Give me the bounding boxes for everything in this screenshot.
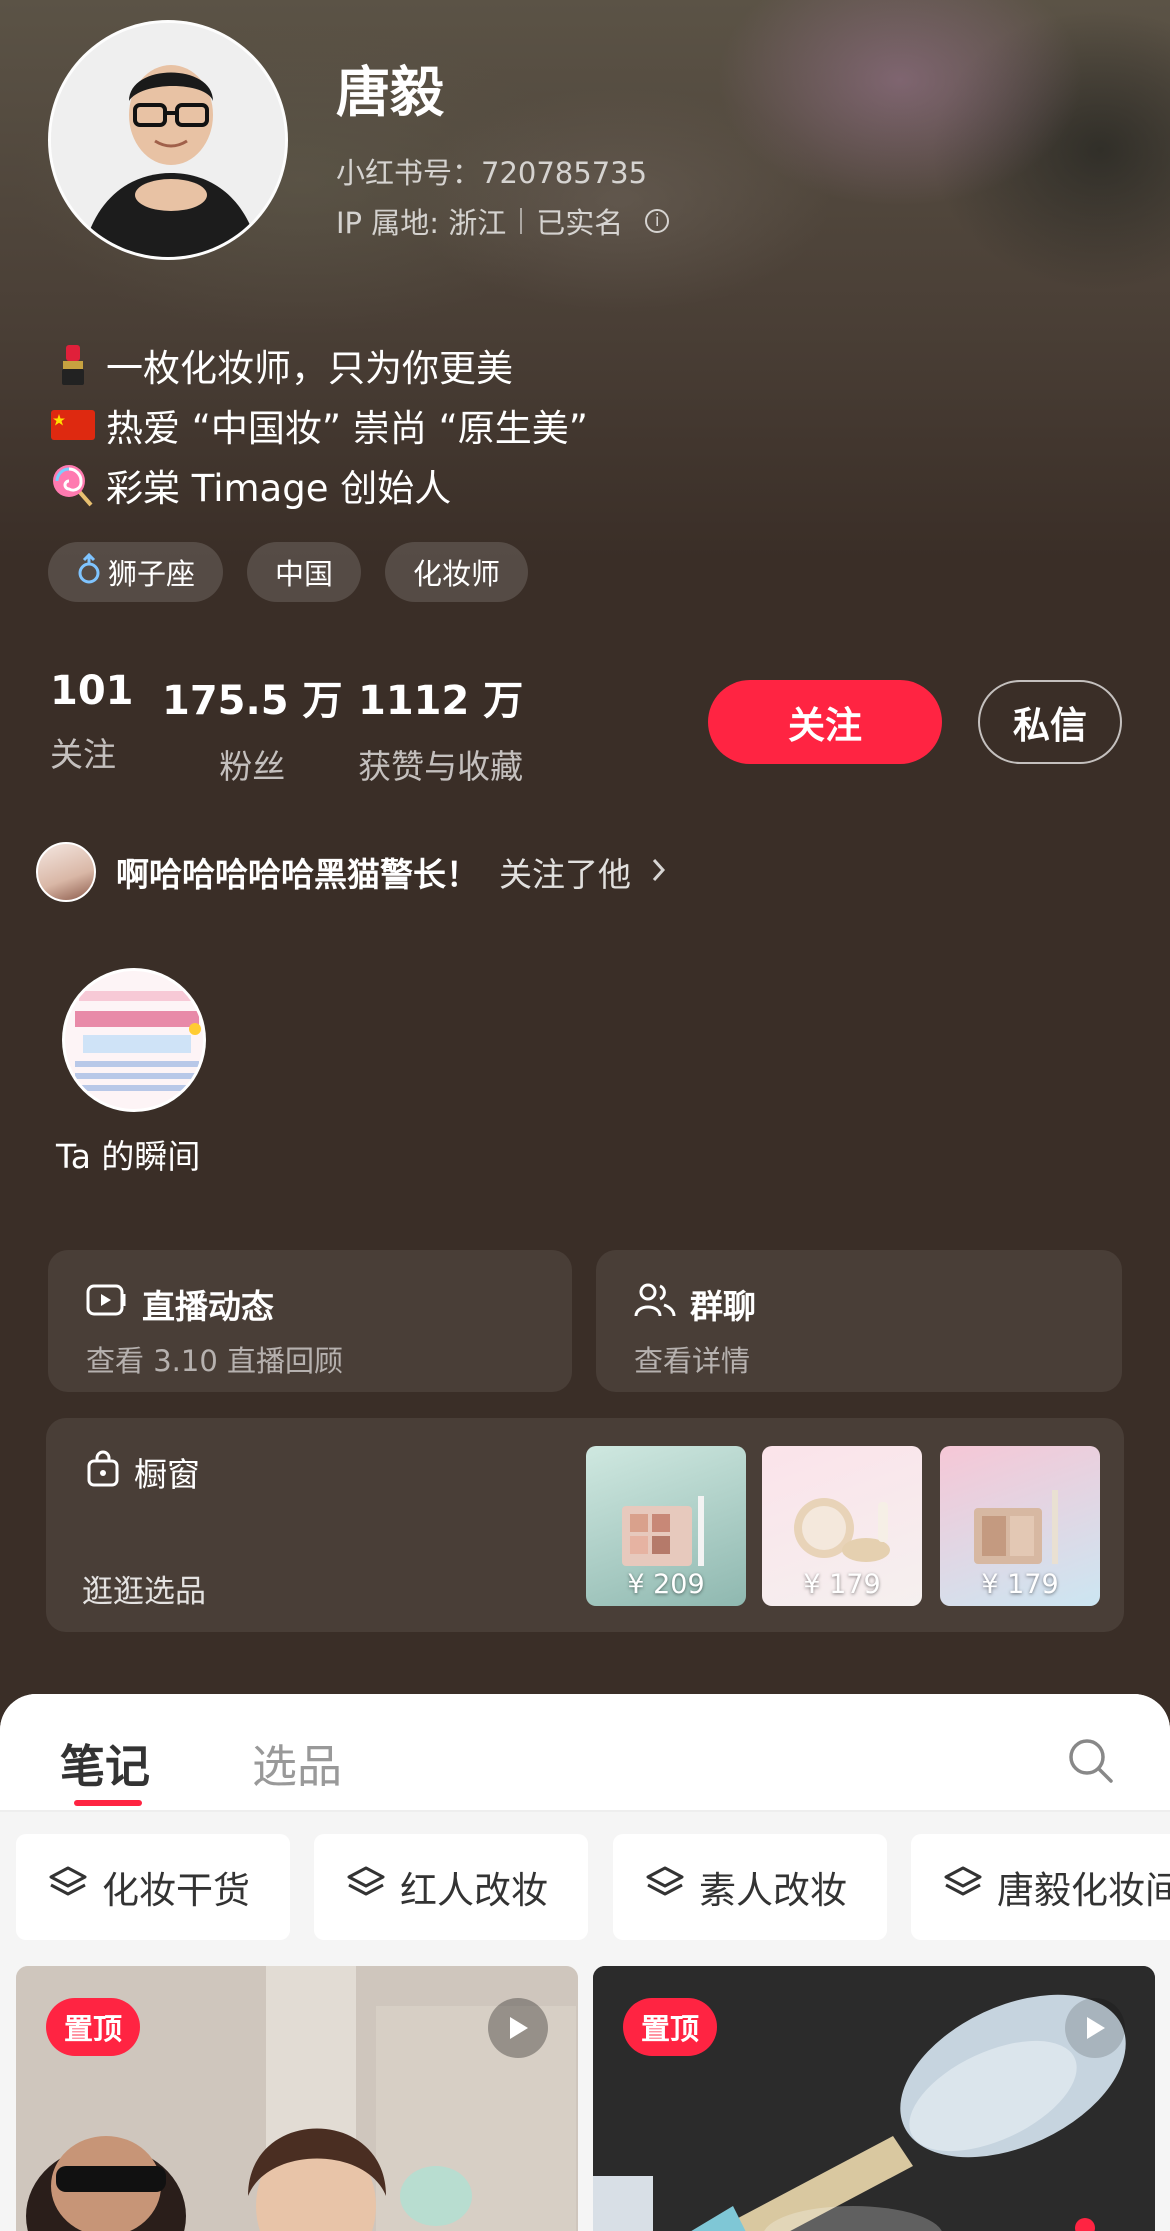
shop-window-card[interactable]: 橱窗 逛逛选品 ¥ 209 ¥ 179 ¥ 179	[46, 1418, 1124, 1632]
collection-label: 素人改妆	[699, 1869, 847, 1912]
layers-icon	[943, 1865, 983, 1910]
tag-label: 化妆师	[413, 557, 501, 591]
live-title-row: 直播动态	[86, 1280, 274, 1328]
moment-label: Ta 的瞬间	[56, 1137, 201, 1176]
ip-location: IP 属地: 浙江	[336, 206, 507, 240]
tab-picks[interactable]: 选品	[252, 1730, 342, 1795]
stat-label: 关注	[50, 735, 116, 774]
stat-label: 粉丝	[219, 747, 286, 786]
product-thumbnail[interactable]: ¥ 179	[762, 1446, 922, 1606]
stat-following[interactable]: 101 关注	[50, 668, 134, 776]
stat-value: 101	[50, 668, 134, 714]
followed-by-row[interactable]: 啊哈哈哈哈哈黑猫警长！ 关注了他	[36, 842, 667, 902]
bio-line-1: 一枚化妆师，只为你更美	[50, 338, 513, 392]
note-card[interactable]: 置顶	[593, 1966, 1155, 2231]
tag-occupation: 化妆师	[385, 542, 529, 602]
ip-verified-row: IP 属地: 浙江 已实名 i	[336, 200, 670, 242]
stat-value: 1112 万	[358, 678, 524, 724]
follower-action: 关注了他	[499, 855, 631, 894]
pinned-badge: 置顶	[623, 1998, 718, 2056]
tag-label: 狮子座	[108, 557, 196, 591]
stat-value: 175.5 万	[162, 678, 343, 724]
tag-label: 中国	[275, 557, 334, 591]
layers-icon	[48, 1865, 88, 1910]
group-users-icon	[634, 1282, 676, 1326]
collection-chip[interactable]: 素人改妆	[613, 1834, 887, 1940]
group-title: 群聊	[690, 1287, 756, 1326]
group-chat-card[interactable]: 群聊 查看详情	[596, 1250, 1122, 1392]
bio-line-2: 热爱 “中国妆” 崇尚 “原生美”	[50, 398, 588, 452]
active-tab-indicator	[74, 1800, 142, 1806]
live-card[interactable]: 直播动态 查看 3.10 直播回顾	[48, 1250, 572, 1392]
male-icon	[76, 552, 102, 592]
lipstick-icon	[50, 342, 96, 388]
tag-zodiac: 狮子座	[48, 542, 224, 602]
collection-chip[interactable]: 化妆干货	[16, 1834, 290, 1940]
profile-tags: 狮子座 中国 化妆师	[48, 542, 529, 602]
live-video-icon	[86, 1282, 128, 1326]
profile-name: 唐毅	[336, 61, 444, 124]
layers-icon	[346, 1865, 386, 1910]
play-icon	[488, 1998, 548, 2058]
info-icon[interactable]: i	[645, 209, 670, 233]
collection-label: 红人改妆	[400, 1869, 548, 1912]
avatar[interactable]	[48, 20, 288, 260]
product-thumbnail[interactable]: ¥ 179	[940, 1446, 1100, 1606]
product-thumbnail[interactable]: ¥ 209	[586, 1446, 746, 1606]
play-icon	[1065, 1998, 1125, 2058]
verified-label: 已实名	[536, 206, 624, 240]
group-title-row: 群聊	[634, 1280, 756, 1328]
bio-line-3: 彩棠 Timage 创始人	[50, 458, 451, 512]
chevron-right-icon	[651, 856, 667, 888]
content-sheet: 笔记 选品 化妆干货 红人改妆 素人改妆 唐毅化妆间 置顶 置顶	[0, 1694, 1170, 2231]
message-button[interactable]: 私信	[978, 680, 1122, 764]
product-price: ¥ 179	[981, 1569, 1059, 1600]
group-subtitle: 查看详情	[634, 1344, 751, 1378]
pinned-badge: 置顶	[46, 1998, 141, 2056]
shop-subtitle: 逛逛选品	[82, 1574, 206, 1610]
note-card[interactable]: 置顶	[16, 1966, 578, 2231]
follower-avatar	[36, 842, 96, 902]
stat-followers[interactable]: 175.5 万 粉丝	[162, 668, 342, 788]
content-tabbar: 笔记 选品	[0, 1694, 1170, 1812]
bio-text: 彩棠 Timage 创始人	[106, 467, 452, 510]
live-subtitle: 查看 3.10 直播回顾	[86, 1344, 344, 1378]
product-price: ¥ 179	[803, 1569, 881, 1600]
collection-label: 化妆干货	[102, 1869, 250, 1912]
collection-chip[interactable]: 唐毅化妆间	[911, 1834, 1170, 1940]
follower-name: 啊哈哈哈哈哈黑猫警长！	[116, 855, 479, 894]
product-price: ¥ 209	[627, 1569, 705, 1600]
layers-icon	[645, 1865, 685, 1910]
bio-text: 热爱 “中国妆” 崇尚 “原生美”	[106, 407, 588, 450]
collection-label: 唐毅化妆间	[997, 1869, 1170, 1912]
bio-text: 一枚化妆师，只为你更美	[106, 347, 513, 390]
shop-title: 橱窗	[134, 1455, 200, 1494]
follow-button[interactable]: 关注	[708, 680, 942, 764]
divider	[520, 208, 523, 234]
china-flag-icon	[50, 402, 96, 448]
collection-chip[interactable]: 红人改妆	[314, 1834, 588, 1940]
stat-likes[interactable]: 1112 万 获赞与收藏	[358, 668, 523, 788]
tag-country: 中国	[247, 542, 362, 602]
lollipop-icon	[50, 462, 96, 508]
stat-label: 获赞与收藏	[358, 747, 524, 786]
search-icon[interactable]	[1066, 1736, 1114, 1784]
shop-title-row: 橱窗	[86, 1448, 200, 1496]
shopping-bag-icon	[86, 1449, 120, 1495]
moment-thumbnail[interactable]	[62, 968, 206, 1112]
red-id[interactable]: 小红书号：720785735	[336, 150, 647, 192]
tab-notes[interactable]: 笔记	[60, 1730, 150, 1795]
live-title: 直播动态	[142, 1287, 274, 1326]
